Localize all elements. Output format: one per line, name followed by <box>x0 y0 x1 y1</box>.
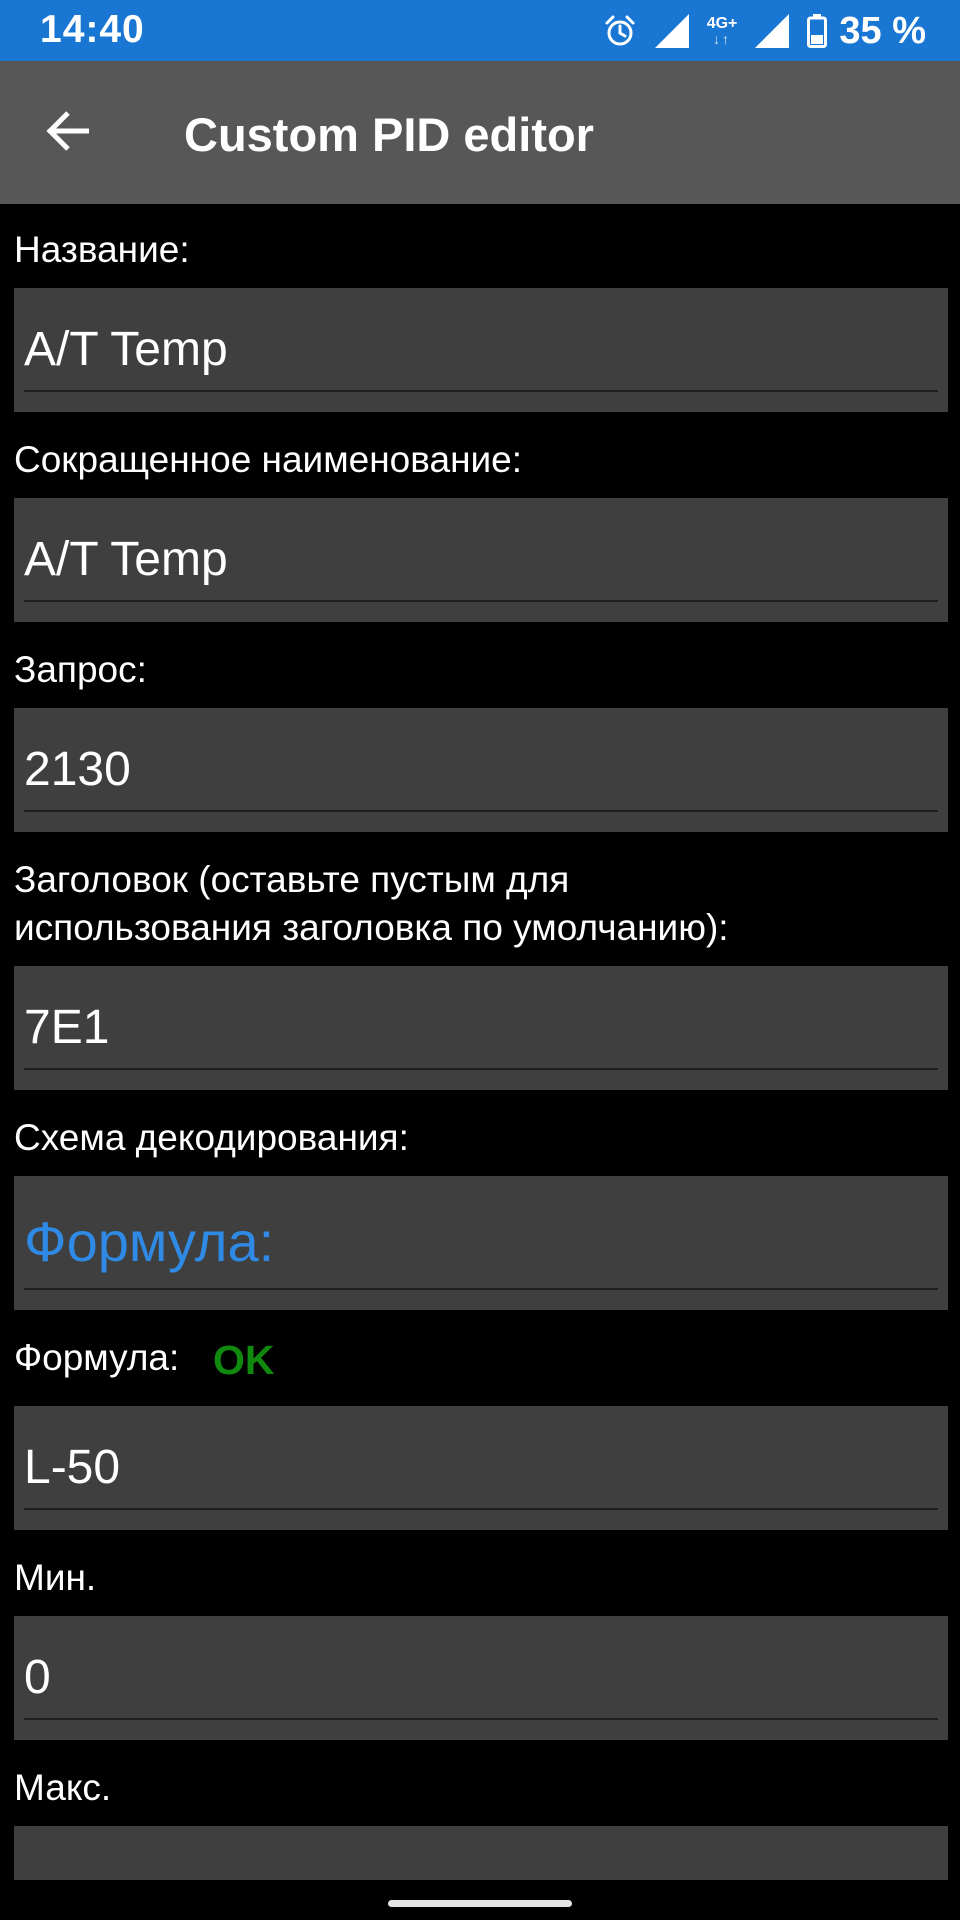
field-underline <box>24 1068 938 1070</box>
request-label: Запрос: <box>14 649 147 690</box>
min-value: 0 <box>24 1651 51 1704</box>
formula-label: Формула: <box>14 1337 180 1378</box>
screen: 14:40 4G+ ↓↑ 35 % Custom PID editor Назв… <box>0 0 960 1920</box>
pid-form: Название: A/T Temp Сокращенное наименова… <box>0 204 960 1880</box>
request-value: 2130 <box>24 743 131 796</box>
short-name-label: Сокращенное наименование: <box>14 439 523 480</box>
battery-percent: 35 % <box>839 9 926 52</box>
request-field[interactable]: 2130 <box>14 708 948 832</box>
header-value: 7E1 <box>24 1001 110 1054</box>
short-name-field[interactable]: A/T Temp <box>14 498 948 622</box>
field-underline <box>24 600 938 602</box>
network-type-icon: 4G+ ↓↑ <box>706 15 738 47</box>
decoding-scheme-label: Схема декодирования: <box>14 1117 409 1158</box>
field-underline <box>24 810 938 812</box>
network-arrows: ↓↑ <box>713 31 732 47</box>
status-icons: 4G+ ↓↑ 35 % <box>603 8 926 54</box>
field-underline <box>24 1288 938 1290</box>
max-label: Макс. <box>14 1767 112 1808</box>
header-label-line1: Заголовок (оставьте пустым для <box>14 859 570 900</box>
field-underline <box>24 1508 938 1510</box>
header-label-line2: использования заголовка по умолчанию): <box>14 907 729 948</box>
formula-field[interactable]: L-50 <box>14 1406 948 1530</box>
header-field[interactable]: 7E1 <box>14 966 948 1090</box>
status-time: 14:40 <box>40 8 145 51</box>
min-field[interactable]: 0 <box>14 1616 948 1740</box>
formula-status-badge: OK <box>213 1337 275 1383</box>
navigation-handle[interactable] <box>388 1900 572 1907</box>
field-underline <box>24 390 938 392</box>
network-type-label: 4G+ <box>706 15 738 32</box>
status-bar: 14:40 4G+ ↓↑ 35 % <box>0 0 960 61</box>
max-field[interactable] <box>14 1826 948 1880</box>
decoding-scheme-value: Формула: <box>24 1210 275 1273</box>
arrow-back-icon <box>45 108 91 159</box>
short-name-value: A/T Temp <box>24 533 228 586</box>
alarm-icon <box>603 14 637 48</box>
decoding-scheme-select[interactable]: Формула: <box>14 1176 948 1310</box>
name-field[interactable]: A/T Temp <box>14 288 948 412</box>
formula-value: L-50 <box>24 1441 121 1494</box>
name-value: A/T Temp <box>24 323 228 376</box>
name-label: Название: <box>14 229 190 270</box>
signal-icon <box>753 12 791 50</box>
app-bar: Custom PID editor <box>0 61 960 204</box>
field-underline <box>24 1718 938 1720</box>
battery-icon <box>807 14 828 48</box>
signal-icon <box>653 12 691 50</box>
page-title: Custom PID editor <box>184 108 594 161</box>
min-label: Мин. <box>14 1557 97 1598</box>
back-button[interactable] <box>36 101 100 165</box>
